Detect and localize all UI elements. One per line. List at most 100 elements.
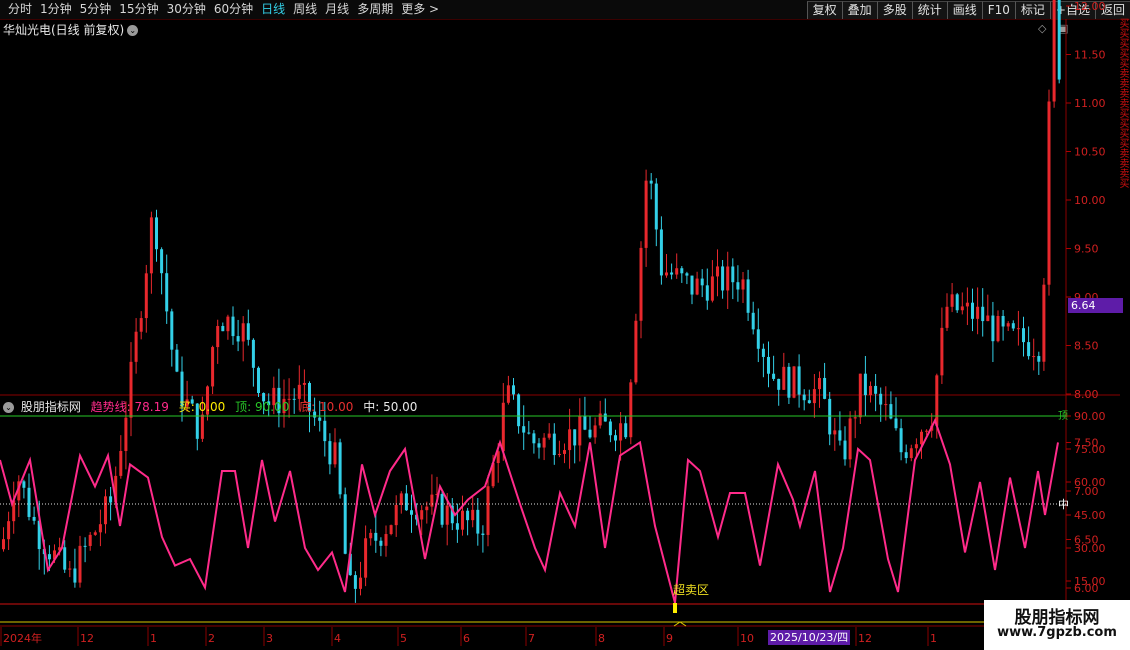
ind-tick-label: 75.00 (1074, 443, 1106, 456)
candle-body (1042, 284, 1046, 362)
indicator-name[interactable]: 股朋指标网 (21, 400, 81, 414)
candle-body (996, 315, 1000, 342)
ind-tick-label: 30.00 (1074, 542, 1106, 555)
candle-body (445, 505, 449, 525)
candle-body (328, 441, 332, 465)
time-tick-label: 8 (598, 632, 605, 645)
mid-value: 中: 50.00 (363, 400, 418, 414)
candle-body (364, 538, 368, 578)
candle-body (522, 426, 526, 433)
time-tick-label: 2 (208, 632, 215, 645)
candle-body (98, 524, 102, 533)
candle-body (772, 373, 776, 379)
side-panel-strip[interactable]: 买买买买买卖卖卖卖买买买买卖卖卖买 (1120, 18, 1130, 398)
candle-body (909, 448, 913, 459)
candle-body (746, 279, 750, 313)
candle-body (818, 377, 821, 390)
candle-body (251, 339, 255, 368)
candle-body (945, 306, 949, 328)
candle-body (333, 442, 337, 465)
candle-body (904, 452, 908, 459)
candle-body (246, 323, 250, 340)
candle-body (593, 425, 597, 438)
candle-body (981, 306, 985, 322)
candle-body (231, 316, 235, 337)
candle-body (976, 306, 980, 319)
candle-body (343, 494, 347, 554)
candle-body (410, 510, 413, 515)
candle-body (175, 349, 179, 372)
ind-tick-label: 90.00 (1074, 410, 1106, 423)
candle-body (379, 540, 383, 546)
top-marker: 顶 (1058, 410, 1068, 422)
candle-body (221, 326, 225, 332)
price-tick-label: 8.00 (1074, 388, 1099, 401)
candle-body (1006, 323, 1010, 327)
candle-body (940, 327, 944, 376)
chevron-down-icon[interactable]: ⌄ (3, 402, 14, 413)
candle-body (170, 311, 174, 350)
candle-body (598, 413, 602, 426)
candle-body (649, 180, 653, 184)
trend-line: 超卖区 (0, 417, 1059, 627)
candle-body (639, 247, 643, 321)
time-tick-label: 4 (334, 632, 341, 645)
candle-body (726, 266, 730, 291)
candle-body (690, 275, 694, 295)
time-tick-label: 6 (463, 632, 470, 645)
candle-body (614, 435, 617, 441)
candle-body (236, 336, 240, 342)
candle-body (1057, 0, 1061, 80)
candle-body (761, 348, 765, 357)
buy-value: 买: 0.00 (178, 400, 226, 414)
candle-body (211, 347, 215, 387)
candle-body (1001, 315, 1005, 327)
candle-body (430, 494, 434, 507)
time-tick-label: 7 (528, 632, 535, 645)
candle-body (563, 450, 566, 454)
indicator-header: ⌄ 股朋指标网 趋势线: 78.19 买: 0.00 顶: 90.00 底: 1… (3, 398, 423, 415)
chart-canvas[interactable]: 12.0011.5011.0010.5010.009.509.008.508.0… (0, 0, 1130, 650)
candle-body (420, 510, 424, 520)
candle-body (695, 278, 699, 295)
candle-body (461, 510, 464, 530)
candle-body (767, 356, 770, 374)
price-tick-label: 10.00 (1074, 194, 1106, 207)
candle-body (863, 373, 867, 396)
candle-body (797, 366, 801, 395)
bottom-value: 底: 10.00 (299, 400, 354, 414)
candle-body (731, 266, 735, 283)
candle-body (47, 554, 51, 560)
candle-body (394, 504, 398, 526)
candle-body (644, 180, 648, 248)
candle-body (812, 389, 816, 404)
price-tick-label: 8.50 (1074, 340, 1099, 353)
candle-body (1032, 356, 1036, 358)
candle-body (736, 282, 740, 290)
price-tick-label: 9.50 (1074, 243, 1099, 256)
cursor-date-tag: 2025/10/23/四 (768, 630, 851, 645)
candle-body (874, 385, 878, 394)
candle-body (440, 494, 444, 525)
candle-body (144, 273, 148, 319)
candle-body (665, 272, 668, 276)
trend-polyline (0, 417, 1059, 604)
candle-body (751, 312, 755, 330)
candle-body (710, 276, 714, 301)
candle-body (68, 568, 72, 570)
time-tick-label: 9 (666, 632, 673, 645)
candle-body (833, 430, 837, 435)
current-price-tag: 6.64 (1068, 298, 1123, 313)
candle-body (654, 183, 658, 230)
candle-body (705, 285, 709, 301)
candle-body (552, 433, 556, 456)
candle-body (920, 431, 923, 445)
candlesticks (2, 0, 1061, 603)
candle-body (542, 437, 546, 448)
candle-body (78, 545, 82, 583)
candle-body (241, 323, 245, 342)
price-tick-label: 11.50 (1074, 49, 1106, 62)
candle-body (1016, 328, 1020, 330)
candle-body (399, 493, 403, 505)
candle-body (670, 272, 674, 275)
